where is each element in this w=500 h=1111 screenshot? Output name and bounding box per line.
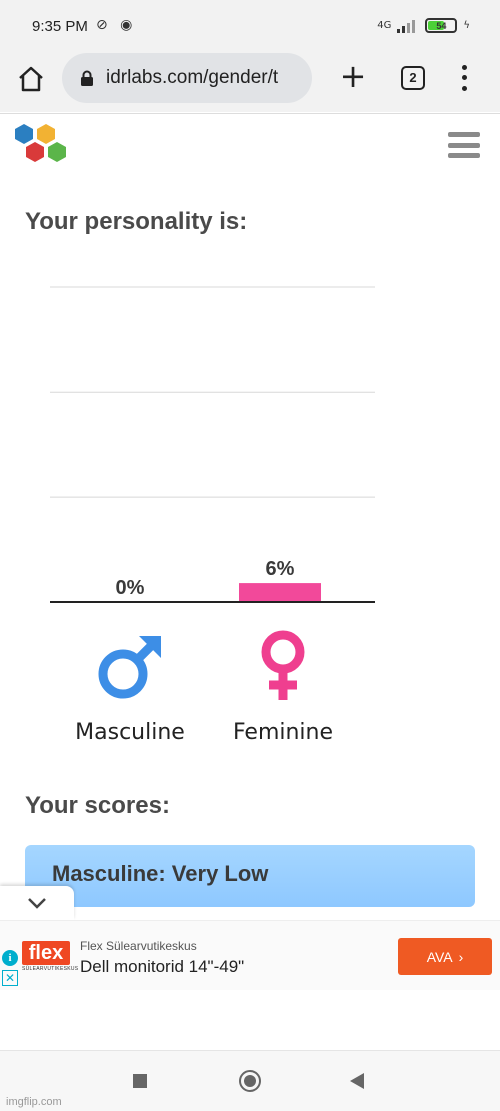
signal-icon xyxy=(397,19,416,33)
url-text: idrlabs.com/gender/t xyxy=(106,67,279,88)
male-symbol-icon xyxy=(98,636,161,699)
gender-chart: 0% 6% xyxy=(50,286,375,603)
ad-logo-text: flex xyxy=(22,941,70,965)
ad-collapse-button[interactable] xyxy=(0,886,74,920)
status-right: 4G 54 ϟ xyxy=(377,18,470,33)
address-bar[interactable]: idrlabs.com/gender/t xyxy=(62,53,312,103)
watermark: imgflip.com xyxy=(6,1096,62,1108)
value-label-feminine: 6% xyxy=(266,558,295,580)
new-tab-button[interactable]: + xyxy=(338,60,368,92)
ad-info-icon[interactable]: i xyxy=(2,950,18,966)
score-text: Masculine: Very Low xyxy=(52,861,269,886)
female-symbol-icon xyxy=(261,630,305,700)
chevron-down-icon xyxy=(28,898,46,909)
home-nav-icon[interactable] xyxy=(239,1070,261,1092)
toolbar-divider xyxy=(0,113,500,114)
network-label: 4G xyxy=(377,20,392,31)
ad-logo[interactable]: flex SÜLEARVUTIKESKUS xyxy=(22,941,79,975)
hamburger-menu-icon[interactable] xyxy=(448,132,480,158)
back-icon[interactable] xyxy=(350,1073,364,1089)
lock-icon xyxy=(81,70,93,86)
status-time: 9:35 PM xyxy=(32,18,88,35)
system-nav-bar: imgflip.com xyxy=(0,1050,500,1111)
ad-advertiser: Flex Sülearvutikeskus xyxy=(80,939,197,953)
masculine-label: Masculine xyxy=(75,720,185,745)
recents-icon[interactable] xyxy=(133,1074,147,1088)
battery-icon: 54 xyxy=(425,18,458,33)
ad-headline[interactable]: Dell monitorid 14"-49" xyxy=(80,957,244,977)
ad-banner[interactable]: i ✕ flex SÜLEARVUTIKESKUS Flex Sülearvut… xyxy=(0,920,500,990)
ad-logo-subtext: SÜLEARVUTIKESKUS xyxy=(22,966,79,972)
chevron-right-icon: › xyxy=(458,948,464,965)
browser-toolbar: idrlabs.com/gender/t + 2 xyxy=(0,50,500,112)
home-icon[interactable] xyxy=(16,64,46,94)
bar-feminine xyxy=(239,583,321,602)
ad-close-icon[interactable]: ✕ xyxy=(2,970,18,986)
ad-cta-button[interactable]: AVA › xyxy=(398,938,492,975)
site-logo[interactable] xyxy=(12,122,72,168)
ad-cta-label: AVA xyxy=(426,948,453,965)
notification-icons: ⊘ ◉ xyxy=(96,17,137,33)
tab-switcher-button[interactable]: 2 xyxy=(401,66,425,90)
score-card-masculine[interactable]: Masculine: Very Low xyxy=(25,845,475,907)
feminine-column: Feminine xyxy=(218,630,348,745)
scores-heading: Your scores: xyxy=(25,792,170,819)
overflow-menu-icon[interactable] xyxy=(452,62,476,94)
status-bar: 9:35 PM ⊘ ◉ 4G 54 ϟ xyxy=(0,0,500,50)
charging-icon: ϟ xyxy=(463,20,470,31)
page-title: Your personality is: xyxy=(25,208,248,235)
masculine-column: Masculine xyxy=(65,630,195,745)
value-label-masculine: 0% xyxy=(116,577,145,599)
battery-level: 54 xyxy=(436,20,447,31)
feminine-label: Feminine xyxy=(232,720,334,745)
